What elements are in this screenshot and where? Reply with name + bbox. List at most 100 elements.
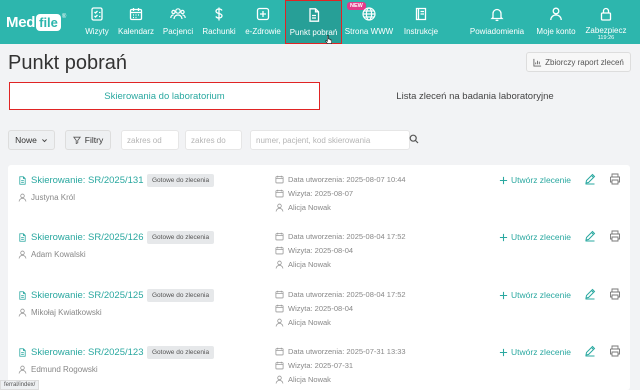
printer-icon[interactable] bbox=[609, 230, 621, 242]
status-dropdown-value: Nowe bbox=[15, 135, 37, 145]
document-icon bbox=[19, 348, 26, 357]
lock-icon bbox=[600, 7, 612, 21]
logo-med-text: Med bbox=[6, 13, 36, 31]
status-badge: Gotowe do zlecenia bbox=[147, 231, 215, 244]
search-icon[interactable] bbox=[409, 134, 419, 144]
created-date-text: Data utworzenia: 2025-08-04 17:52 bbox=[288, 232, 406, 241]
globe-icon bbox=[362, 7, 376, 21]
calendar-icon bbox=[275, 246, 284, 255]
user-icon bbox=[275, 203, 284, 212]
create-order-button[interactable]: Utwórz zlecenie bbox=[499, 347, 571, 357]
nav-item-pacjenci[interactable]: Pacjenci bbox=[160, 0, 196, 44]
filters-button-label: Filtry bbox=[84, 135, 104, 145]
status-badge: Gotowe do zlecenia bbox=[147, 174, 215, 187]
user-icon bbox=[275, 260, 284, 269]
referral-title-link[interactable]: Skierowanie: SR/2025/131 bbox=[18, 175, 144, 186]
created-date: Data utworzenia: 2025-08-07 10:44 bbox=[275, 175, 406, 184]
calendar-icon bbox=[275, 175, 284, 184]
visit-date-text: Wizyta: 2025-08-04 bbox=[288, 246, 354, 255]
search-input[interactable] bbox=[250, 130, 410, 150]
user-icon bbox=[275, 318, 284, 327]
edit-pencil-icon[interactable] bbox=[584, 173, 596, 185]
summary-report-button[interactable]: Zbiorczy raport zleceń bbox=[526, 52, 631, 72]
nav-label: Strona WWW bbox=[344, 27, 394, 36]
created-date: Data utworzenia: 2025-08-04 17:52 bbox=[275, 232, 406, 241]
checklist-icon bbox=[91, 7, 103, 21]
user-icon bbox=[18, 365, 27, 374]
doctor-name: Alicja Nowak bbox=[275, 260, 331, 269]
nav-item-instrukcje[interactable]: Instrukcje bbox=[401, 0, 441, 44]
book-icon bbox=[415, 7, 427, 21]
printer-icon[interactable] bbox=[609, 173, 621, 185]
doctor-name: Alicja Nowak bbox=[275, 318, 331, 327]
status-dropdown[interactable]: Nowe bbox=[8, 130, 55, 150]
tab-lab-referrals[interactable]: Skierowania do laboratorium bbox=[9, 82, 320, 110]
nav-item-wizyty[interactable]: Wizyty bbox=[82, 0, 112, 44]
create-order-button[interactable]: Utwórz zlecenie bbox=[499, 175, 571, 185]
patient-name: Adam Kowalski bbox=[18, 250, 86, 259]
document-icon bbox=[19, 176, 26, 185]
patient-name-text: Justyna Król bbox=[31, 193, 76, 202]
dollar-icon bbox=[215, 7, 223, 21]
date-to-input[interactable] bbox=[185, 130, 242, 150]
created-date: Data utworzenia: 2025-07-31 13:33 bbox=[275, 347, 406, 356]
edit-pencil-icon[interactable] bbox=[584, 288, 596, 300]
mouse-pointer-icon bbox=[325, 35, 332, 44]
tab-label: Skierowania do laboratorium bbox=[104, 90, 225, 102]
referral-title: Skierowanie: SR/2025/131 bbox=[31, 175, 144, 186]
plus-icon bbox=[499, 348, 508, 356]
printer-icon[interactable] bbox=[609, 345, 621, 357]
date-from-input[interactable] bbox=[121, 130, 179, 150]
top-navigation-bar: Med file ® Wizyty Kalendarz Pacjenci Rac… bbox=[0, 0, 640, 44]
nav-item-moje-konto[interactable]: Moje konto bbox=[533, 0, 579, 44]
calendar-icon bbox=[129, 8, 143, 21]
referral-title-link[interactable]: Skierowanie: SR/2025/126 bbox=[18, 232, 144, 243]
referral-title: Skierowanie: SR/2025/126 bbox=[31, 232, 144, 243]
create-order-label: Utwórz zlecenie bbox=[511, 175, 571, 185]
calendar-icon bbox=[275, 290, 284, 299]
patient-name-text: Adam Kowalski bbox=[31, 250, 86, 259]
plus-icon bbox=[499, 233, 508, 241]
edit-pencil-icon[interactable] bbox=[584, 230, 596, 242]
filters-button[interactable]: Filtry bbox=[65, 130, 111, 150]
session-timer: 119:26 bbox=[597, 35, 615, 41]
nav-item-punkt-pobran[interactable]: Punkt pobrań bbox=[285, 0, 342, 44]
create-order-button[interactable]: Utwórz zlecenie bbox=[499, 232, 571, 242]
visit-date-text: Wizyta: 2025-08-04 bbox=[288, 304, 354, 313]
status-badge: Gotowe do zlecenia bbox=[147, 346, 215, 359]
plus-icon bbox=[499, 291, 508, 299]
referral-title-link[interactable]: Skierowanie: SR/2025/125 bbox=[18, 290, 144, 301]
nav-item-kalendarz[interactable]: Kalendarz bbox=[116, 0, 156, 44]
create-order-button[interactable]: Utwórz zlecenie bbox=[499, 290, 571, 300]
edit-pencil-icon[interactable] bbox=[584, 345, 596, 357]
nav-label: Pacjenci bbox=[162, 27, 194, 36]
doctor-name-text: Alicja Nowak bbox=[288, 375, 331, 384]
nav-label: Moje konto bbox=[536, 27, 576, 36]
document-icon bbox=[19, 233, 26, 242]
referral-row: Skierowanie: SR/2025/123 Gotowe do zlece… bbox=[8, 337, 630, 390]
created-date: Data utworzenia: 2025-08-04 17:52 bbox=[275, 290, 406, 299]
doctor-name: Alicja Nowak bbox=[275, 375, 331, 384]
chart-icon bbox=[533, 58, 542, 67]
nav-item-rachunki[interactable]: Rachunki bbox=[200, 0, 238, 44]
medfile-logo[interactable]: Med file ® bbox=[6, 12, 66, 32]
visit-date: Wizyta: 2025-08-07 bbox=[275, 189, 353, 198]
created-date-text: Data utworzenia: 2025-08-04 17:52 bbox=[288, 290, 406, 299]
nav-item-strona-www[interactable]: Strona WWW bbox=[345, 0, 393, 44]
tab-lab-orders[interactable]: Lista zleceń na badania laboratoryjne bbox=[320, 82, 630, 110]
referral-row: Skierowanie: SR/2025/125 Gotowe do zlece… bbox=[8, 280, 630, 338]
created-date-text: Data utworzenia: 2025-08-07 10:44 bbox=[288, 175, 406, 184]
printer-icon[interactable] bbox=[609, 288, 621, 300]
nav-item-powiadomienia[interactable]: Powiadomienia bbox=[466, 0, 528, 44]
nav-item-zabezpiecz[interactable]: Zabezpiecz 119:26 bbox=[583, 0, 629, 44]
visit-date: Wizyta: 2025-07-31 bbox=[275, 361, 353, 370]
medical-cross-icon bbox=[256, 7, 270, 21]
referral-title: Skierowanie: SR/2025/123 bbox=[31, 347, 144, 358]
doctor-name: Alicja Nowak bbox=[275, 203, 331, 212]
logo-registered-mark: ® bbox=[61, 14, 67, 20]
calendar-icon bbox=[275, 304, 284, 313]
referral-title-link[interactable]: Skierowanie: SR/2025/123 bbox=[18, 347, 144, 358]
calendar-icon bbox=[275, 361, 284, 370]
users-icon bbox=[170, 8, 186, 20]
nav-item-e-zdrowie[interactable]: e-Zdrowie bbox=[242, 0, 284, 44]
